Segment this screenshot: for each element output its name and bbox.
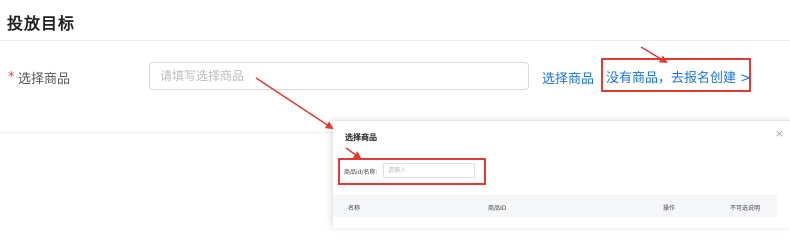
annotation-arrows [255, 46, 668, 160]
arrow-to-create-link [640, 46, 668, 64]
arrow-to-search-box [345, 147, 362, 160]
arrow-to-modal [255, 77, 334, 130]
